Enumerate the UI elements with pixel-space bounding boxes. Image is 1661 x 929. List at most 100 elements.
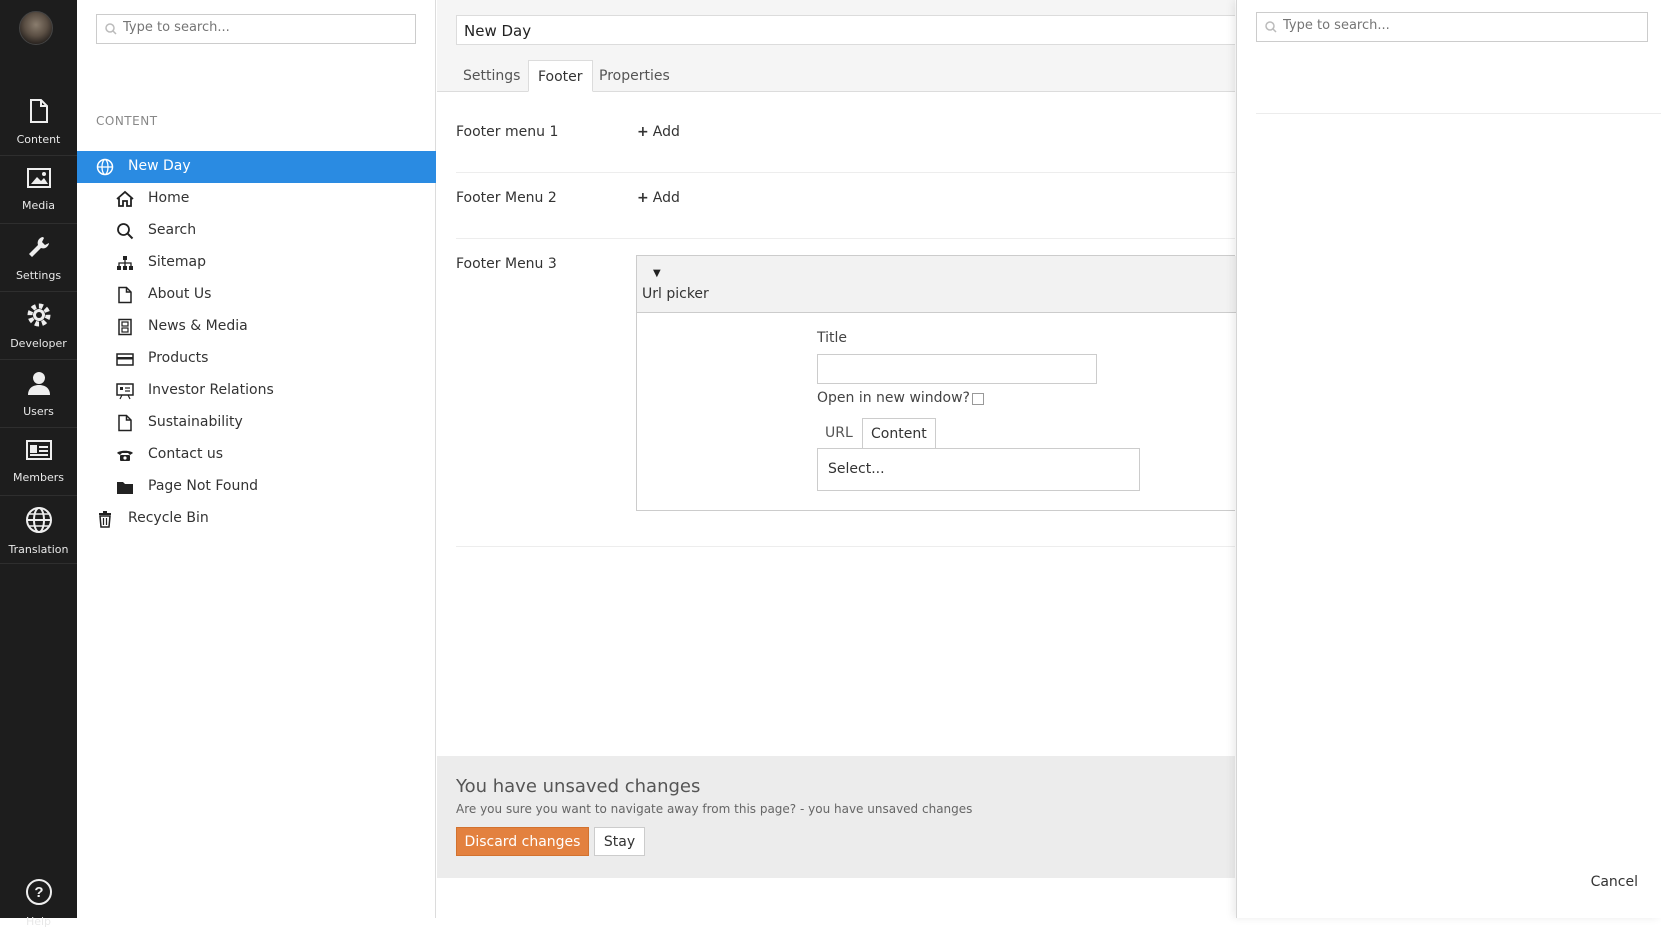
dialog-search-input[interactable] bbox=[1283, 18, 1595, 33]
phone-icon bbox=[117, 450, 133, 461]
user-icon bbox=[27, 372, 50, 395]
appbar-item-content[interactable]: Content bbox=[0, 88, 77, 156]
new-window-label: Open in new window? bbox=[817, 390, 970, 406]
appbar-item-help[interactable]: ? Help bbox=[0, 867, 77, 928]
tree-item-label: New Day bbox=[128, 158, 191, 174]
tree-item-root[interactable]: New Day bbox=[77, 151, 436, 183]
tree-item-label: News & Media bbox=[148, 318, 248, 334]
credit-card-icon bbox=[116, 353, 134, 366]
tree-item-label: About Us bbox=[148, 286, 212, 302]
appbar-label: Members bbox=[13, 471, 64, 484]
tree-item-home[interactable]: Home bbox=[77, 183, 436, 215]
sitemap-icon bbox=[117, 256, 133, 270]
appbar-label: Help bbox=[25, 915, 52, 928]
document-icon bbox=[118, 286, 132, 304]
divider bbox=[456, 172, 1235, 173]
tree-item-news-media[interactable]: News & Media bbox=[77, 311, 436, 343]
tree-item-label: Page Not Found bbox=[148, 478, 259, 494]
tab-settings[interactable]: Settings bbox=[454, 60, 529, 92]
tree-item-label: Home bbox=[148, 190, 190, 206]
property-label-footer-menu-1: Footer menu 1 bbox=[456, 124, 559, 140]
add-button-footer-menu-2[interactable]: + Add bbox=[637, 190, 680, 206]
tree-item-products[interactable]: Products bbox=[77, 343, 436, 375]
divider bbox=[1256, 113, 1661, 114]
tree-section-title: CONTENT bbox=[96, 114, 158, 128]
home-icon bbox=[116, 190, 134, 207]
caret-down-icon[interactable]: ▼ bbox=[653, 268, 661, 279]
url-picker-title: Url picker bbox=[642, 286, 709, 302]
svg-text:?: ? bbox=[34, 884, 43, 901]
content-editor: New Day Settings Footer Properties Foote… bbox=[437, 0, 1236, 918]
unsaved-heading: You have unsaved changes bbox=[456, 776, 701, 797]
document-icon bbox=[118, 414, 132, 432]
url-picker: ▼ Url picker Title Open in new window? U… bbox=[636, 255, 1236, 511]
new-window-checkbox[interactable] bbox=[972, 393, 984, 405]
property-label-footer-menu-3: Footer Menu 3 bbox=[456, 256, 557, 272]
appbar-item-media[interactable]: Media bbox=[0, 156, 77, 224]
divider bbox=[456, 238, 1235, 239]
tab-properties[interactable]: Properties bbox=[590, 60, 679, 92]
tree-item-label: Sustainability bbox=[148, 414, 243, 430]
plus-icon: + bbox=[637, 124, 649, 140]
appbar-label: Content bbox=[16, 133, 61, 146]
presentation-icon bbox=[116, 383, 134, 400]
node-name-input[interactable]: New Day bbox=[456, 15, 1235, 45]
appbar-item-members[interactable]: Members bbox=[0, 428, 77, 496]
tree-item-label: Products bbox=[148, 350, 209, 366]
appbar-item-settings[interactable]: Settings bbox=[0, 224, 77, 292]
tree-item-label: Recycle Bin bbox=[128, 510, 209, 526]
film-icon bbox=[118, 318, 132, 336]
content-tree-panel: CONTENT New Day Home Search Sitemap bbox=[77, 0, 436, 918]
title-label: Title bbox=[817, 330, 848, 346]
appbar-label: Users bbox=[23, 405, 54, 418]
url-picker-header: ▼ Url picker bbox=[637, 256, 1236, 313]
dialog-search[interactable] bbox=[1256, 12, 1648, 42]
tab-url[interactable]: URL bbox=[817, 418, 861, 449]
tree-search-input[interactable] bbox=[123, 20, 378, 35]
property-label-footer-menu-2: Footer Menu 2 bbox=[456, 190, 557, 206]
title-input[interactable] bbox=[817, 354, 1097, 384]
tree-item-sustainability[interactable]: Sustainability bbox=[77, 407, 436, 439]
tree-item-recycle-bin[interactable]: Recycle Bin bbox=[77, 503, 436, 535]
add-label: Add bbox=[652, 190, 680, 206]
tree-search[interactable] bbox=[96, 14, 416, 44]
gear-icon bbox=[27, 303, 50, 327]
content-select[interactable]: Select... bbox=[817, 448, 1140, 491]
app-sidebar: Content Media Settings Developer Users M… bbox=[0, 0, 77, 928]
user-avatar[interactable] bbox=[19, 11, 53, 45]
divider bbox=[456, 546, 1235, 547]
image-icon bbox=[26, 168, 51, 188]
appbar-label: Settings bbox=[15, 269, 62, 282]
tree-item-contact-us[interactable]: Contact us bbox=[77, 439, 436, 471]
appbar-item-developer[interactable]: Developer bbox=[0, 292, 77, 360]
unsaved-message: Are you sure you want to navigate away f… bbox=[456, 802, 973, 816]
search-icon bbox=[105, 23, 117, 35]
wrench-icon bbox=[28, 237, 49, 257]
unsaved-changes-notice: You have unsaved changes Are you sure yo… bbox=[437, 756, 1235, 878]
search-icon bbox=[117, 223, 134, 240]
plus-icon: + bbox=[637, 190, 649, 206]
id-card-icon bbox=[25, 440, 52, 460]
add-label: Add bbox=[652, 124, 680, 140]
appbar-label: Translation bbox=[8, 543, 69, 556]
tab-footer[interactable]: Footer bbox=[528, 60, 593, 92]
cancel-button[interactable]: Cancel bbox=[1591, 874, 1638, 890]
discard-changes-button[interactable]: Discard changes bbox=[456, 827, 589, 856]
tree-item-search[interactable]: Search bbox=[77, 215, 436, 247]
tree-item-label: Contact us bbox=[148, 446, 224, 462]
appbar-label: Media bbox=[21, 199, 56, 212]
tree-item-investor-relations[interactable]: Investor Relations bbox=[77, 375, 436, 407]
tree-item-label: Search bbox=[148, 222, 197, 238]
add-button-footer-menu-1[interactable]: + Add bbox=[637, 124, 680, 140]
tree-item-label: Sitemap bbox=[148, 254, 206, 270]
tree-item-about-us[interactable]: About Us bbox=[77, 279, 436, 311]
tree-item-sitemap[interactable]: Sitemap bbox=[77, 247, 436, 279]
tree-item-page-not-found[interactable]: Page Not Found bbox=[77, 471, 436, 503]
appbar-item-users[interactable]: Users bbox=[0, 360, 77, 428]
tab-content[interactable]: Content bbox=[862, 418, 936, 449]
search-icon bbox=[1265, 21, 1277, 33]
stay-button[interactable]: Stay bbox=[594, 827, 645, 856]
document-icon bbox=[29, 99, 48, 123]
appbar-item-translation[interactable]: Translation bbox=[0, 496, 77, 564]
appbar-label: Developer bbox=[10, 337, 67, 350]
